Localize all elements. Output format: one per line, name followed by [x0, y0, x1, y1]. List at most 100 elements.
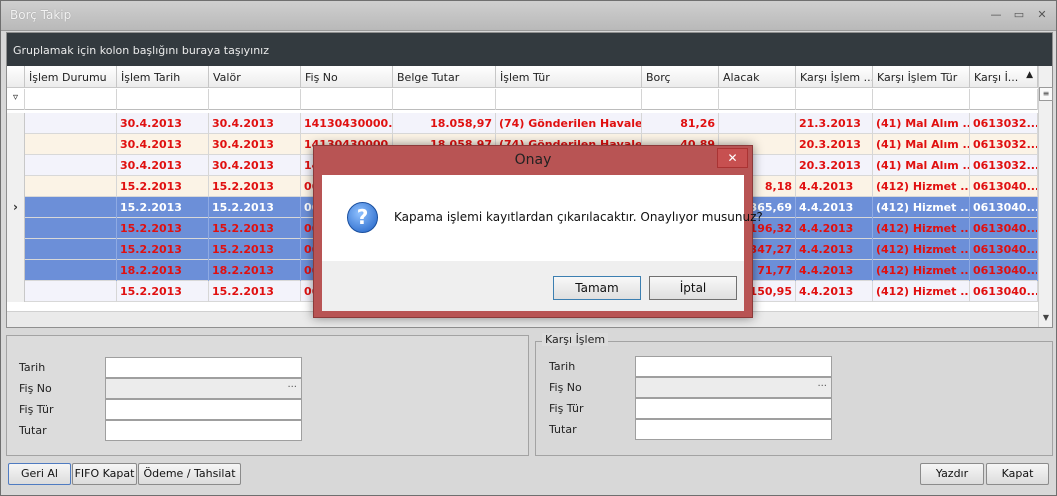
row-indicator[interactable]: [7, 218, 25, 239]
table-cell[interactable]: 0613040...: [970, 197, 1038, 218]
table-cell[interactable]: 20.3.2013: [796, 134, 873, 155]
scroll-down-icon[interactable]: ▼: [1039, 313, 1053, 322]
column-header[interactable]: İşlem Tarih: [117, 66, 209, 88]
table-cell[interactable]: 4.4.2013: [796, 281, 873, 302]
table-row[interactable]: 30.4.201330.4.201314130430000...18.058,9…: [7, 113, 1038, 134]
column-header[interactable]: Borç: [642, 66, 719, 88]
table-cell[interactable]: 30.4.2013: [117, 155, 209, 176]
table-cell[interactable]: 0613040...: [970, 239, 1038, 260]
maximize-icon[interactable]: ▭: [1011, 7, 1027, 23]
table-cell[interactable]: [25, 155, 117, 176]
filter-cell[interactable]: [873, 89, 970, 110]
karsi-fis-tur-field[interactable]: [635, 398, 832, 419]
row-indicator[interactable]: [7, 113, 25, 134]
table-cell[interactable]: 0613040...: [970, 260, 1038, 281]
table-cell[interactable]: 15.2.2013: [209, 239, 301, 260]
column-header[interactable]: Karşı İşlem ...: [796, 66, 873, 88]
table-cell[interactable]: 15.2.2013: [117, 197, 209, 218]
filter-cell[interactable]: [719, 89, 796, 110]
column-header[interactable]: Alacak: [719, 66, 796, 88]
table-cell[interactable]: [25, 281, 117, 302]
table-cell[interactable]: 0613040...: [970, 176, 1038, 197]
table-cell[interactable]: 4.4.2013: [796, 239, 873, 260]
ellipsis-icon[interactable]: ···: [287, 382, 297, 393]
table-cell[interactable]: (412) Hizmet ...: [873, 176, 970, 197]
table-cell[interactable]: 4.4.2013: [796, 197, 873, 218]
column-header[interactable]: Belge Tutar: [393, 66, 496, 88]
table-cell[interactable]: 0613040...: [970, 281, 1038, 302]
table-cell[interactable]: 81,26: [642, 113, 719, 134]
row-indicator[interactable]: [7, 155, 25, 176]
table-cell[interactable]: 4.4.2013: [796, 176, 873, 197]
table-cell[interactable]: 0613040...: [970, 218, 1038, 239]
group-panel[interactable]: Gruplamak için kolon başlığını buraya ta…: [7, 33, 1052, 66]
row-indicator[interactable]: [7, 239, 25, 260]
filter-cell[interactable]: [117, 89, 209, 110]
column-header[interactable]: Valör: [209, 66, 301, 88]
filter-cell[interactable]: [642, 89, 719, 110]
table-cell[interactable]: 0613032...: [970, 113, 1038, 134]
vertical-scrollbar[interactable]: ≡ ▼: [1038, 66, 1053, 327]
filter-cell[interactable]: [796, 89, 873, 110]
karsi-tarih-field[interactable]: [635, 356, 832, 377]
geri-al-button[interactable]: Geri Al: [8, 463, 71, 485]
table-cell[interactable]: [25, 113, 117, 134]
filter-cell[interactable]: [301, 89, 393, 110]
table-cell[interactable]: 15.2.2013: [117, 176, 209, 197]
table-cell[interactable]: 30.4.2013: [209, 113, 301, 134]
table-cell[interactable]: 0613032...: [970, 134, 1038, 155]
table-cell[interactable]: 15.2.2013: [117, 218, 209, 239]
table-cell[interactable]: 15.2.2013: [117, 281, 209, 302]
table-cell[interactable]: 15.2.2013: [117, 239, 209, 260]
table-cell[interactable]: (412) Hizmet ...: [873, 218, 970, 239]
table-cell[interactable]: 18.2.2013: [117, 260, 209, 281]
column-chooser-icon[interactable]: ≡: [1039, 87, 1053, 101]
yazdir-button[interactable]: Yazdır: [920, 463, 984, 485]
table-cell[interactable]: 30.4.2013: [209, 155, 301, 176]
table-cell[interactable]: (412) Hizmet ...: [873, 239, 970, 260]
tutar-field[interactable]: [105, 420, 302, 441]
table-cell[interactable]: (412) Hizmet ...: [873, 197, 970, 218]
filter-icon[interactable]: ▿: [7, 89, 25, 110]
table-cell[interactable]: 30.4.2013: [209, 134, 301, 155]
kapat-button[interactable]: Kapat: [986, 463, 1049, 485]
table-cell[interactable]: 20.3.2013: [796, 155, 873, 176]
iptal-button[interactable]: İptal: [649, 276, 737, 300]
table-cell[interactable]: [25, 218, 117, 239]
filter-cell[interactable]: [393, 89, 496, 110]
table-cell[interactable]: 18.2.2013: [209, 260, 301, 281]
tamam-button[interactable]: Tamam: [553, 276, 641, 300]
dialog-close-icon[interactable]: ✕: [717, 148, 748, 168]
table-cell[interactable]: [719, 113, 796, 134]
table-cell[interactable]: 15.2.2013: [209, 218, 301, 239]
table-cell[interactable]: (41) Mal Alım ...: [873, 155, 970, 176]
table-cell[interactable]: 14130430000...: [301, 113, 393, 134]
table-cell[interactable]: [25, 260, 117, 281]
column-header[interactable]: Karşı İ... ▲: [970, 66, 1038, 88]
row-indicator[interactable]: ›: [7, 197, 25, 218]
column-header[interactable]: Karşı İşlem Tür: [873, 66, 970, 88]
table-cell[interactable]: 4.4.2013: [796, 260, 873, 281]
fis-no-field[interactable]: ···: [105, 378, 302, 399]
table-cell[interactable]: (41) Mal Alım ...: [873, 113, 970, 134]
column-header[interactable]: İşlem Tür: [496, 66, 642, 88]
table-cell[interactable]: [25, 176, 117, 197]
table-cell[interactable]: 30.4.2013: [117, 113, 209, 134]
ellipsis-icon[interactable]: ···: [817, 381, 827, 392]
table-cell[interactable]: 18.058,97: [393, 113, 496, 134]
fifo-kapat-button[interactable]: FIFO Kapat: [72, 463, 137, 485]
tarih-field[interactable]: [105, 357, 302, 378]
table-cell[interactable]: (41) Mal Alım ...: [873, 134, 970, 155]
odeme-tahsilat-button[interactable]: Ödeme / Tahsilat: [138, 463, 241, 485]
table-cell[interactable]: [25, 239, 117, 260]
table-cell[interactable]: (74) Gönderilen Havale...: [496, 113, 642, 134]
table-cell[interactable]: 15.2.2013: [209, 176, 301, 197]
table-cell[interactable]: 30.4.2013: [117, 134, 209, 155]
row-indicator[interactable]: [7, 260, 25, 281]
row-indicator[interactable]: [7, 281, 25, 302]
column-header[interactable]: Fiş No: [301, 66, 393, 88]
table-cell[interactable]: 4.4.2013: [796, 218, 873, 239]
filter-cell[interactable]: [496, 89, 642, 110]
table-cell[interactable]: (412) Hizmet ...: [873, 260, 970, 281]
row-indicator[interactable]: [7, 134, 25, 155]
